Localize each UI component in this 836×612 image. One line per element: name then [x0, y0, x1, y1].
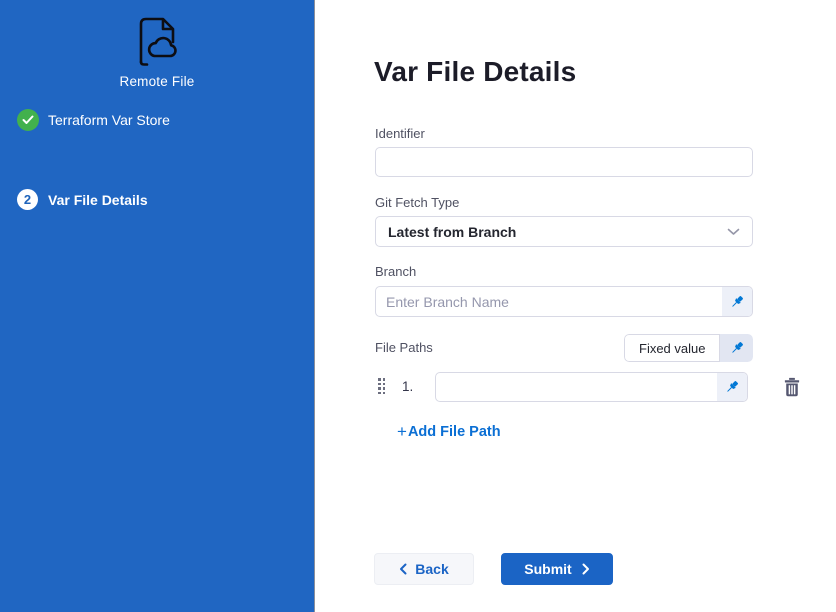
git-fetch-type-value: Latest from Branch — [388, 224, 727, 240]
submit-button[interactable]: Submit — [501, 553, 613, 585]
git-fetch-type-label: Git Fetch Type — [375, 195, 459, 210]
submit-button-label: Submit — [524, 561, 571, 577]
branch-label: Branch — [375, 264, 416, 279]
back-button-label: Back — [415, 561, 448, 577]
file-path-row: 1. — [316, 371, 836, 403]
check-circle-icon — [17, 109, 39, 131]
plus-icon: + — [397, 425, 407, 439]
file-paths-multitype-selector: Fixed value — [624, 334, 753, 362]
pin-icon[interactable] — [717, 373, 747, 401]
store-type-label: Remote File — [0, 74, 314, 89]
trash-icon[interactable] — [783, 376, 803, 398]
var-file-details-form: Var File Details Identifier Git Fetch Ty… — [316, 0, 836, 612]
chevron-right-icon — [582, 563, 590, 575]
row-index: 1. — [402, 379, 413, 394]
file-path-field — [435, 372, 748, 402]
add-file-path-button[interactable]: + Add File Path — [397, 424, 501, 440]
identifier-input[interactable] — [375, 147, 753, 177]
drag-handle-icon[interactable] — [378, 378, 389, 396]
branch-input[interactable] — [376, 287, 722, 316]
git-fetch-type-select[interactable]: Latest from Branch — [375, 216, 753, 247]
file-cloud-icon — [127, 12, 183, 70]
chevron-left-icon — [399, 563, 407, 575]
chevron-down-icon — [727, 228, 740, 236]
branch-field — [375, 286, 753, 317]
sidebar-item-terraform-var-store[interactable]: Terraform Var Store — [0, 109, 314, 133]
wizard-sidebar: Remote File Terraform Var Store 2 Var Fi… — [0, 0, 315, 612]
file-path-input[interactable] — [436, 373, 717, 401]
pin-icon[interactable] — [720, 334, 753, 362]
page-title: Var File Details — [374, 56, 576, 88]
var-file-details-dialog: Remote File Terraform Var Store 2 Var Fi… — [0, 0, 836, 612]
file-paths-label: File Paths — [375, 340, 433, 355]
sidebar-item-label: Terraform Var Store — [48, 112, 170, 128]
back-button[interactable]: Back — [374, 553, 474, 585]
step-number-badge: 2 — [17, 189, 38, 210]
identifier-label: Identifier — [375, 126, 425, 141]
pin-icon[interactable] — [722, 287, 752, 316]
sidebar-item-var-file-details[interactable]: 2 Var File Details — [0, 189, 314, 213]
sidebar-item-label: Var File Details — [48, 192, 148, 208]
add-file-path-label: Add File Path — [408, 424, 501, 440]
fixed-value-button[interactable]: Fixed value — [624, 334, 720, 362]
